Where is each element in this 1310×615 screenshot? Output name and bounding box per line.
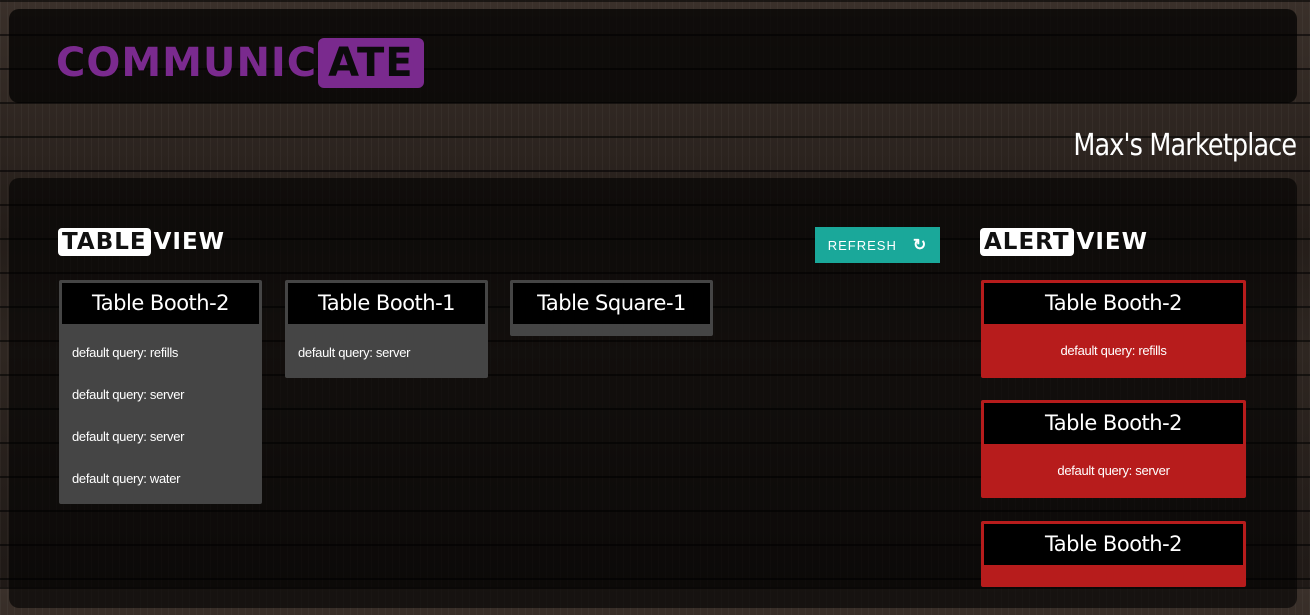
table-card-title: Table Square-1 xyxy=(513,283,710,324)
table-view-title-plain: VIEW xyxy=(153,229,226,255)
alert-card[interactable]: Table Booth-2 default query: refills xyxy=(981,280,1246,378)
alert-card[interactable]: Table Booth-2 default query: server xyxy=(981,400,1246,498)
alert-view-title: ALERT VIEW xyxy=(980,228,1148,256)
alert-query xyxy=(984,565,1243,615)
alert-view-title-plain: VIEW xyxy=(1076,229,1148,255)
table-view-title-boxed: TABLE xyxy=(58,228,151,256)
query-item: default query: refills xyxy=(72,345,179,360)
alert-card-title: Table Booth-2 xyxy=(984,403,1243,444)
refresh-icon: ↻ xyxy=(912,237,928,254)
alert-query: default query: refills xyxy=(1060,343,1167,358)
query-item: default query: server xyxy=(298,345,411,360)
table-card-booth-2[interactable]: Table Booth-2 default query: refills def… xyxy=(59,280,262,504)
alert-card-title: Table Booth-2 xyxy=(984,283,1243,324)
alert-card[interactable]: Table Booth-2 xyxy=(981,521,1246,587)
header-panel: COMMUNIC ATE xyxy=(9,9,1297,103)
query-item: default query: server xyxy=(72,387,185,402)
venue-name: Max's Marketplace xyxy=(1073,128,1297,163)
communicate-logo[interactable]: COMMUNIC ATE xyxy=(56,37,424,89)
refresh-button-label: REFRESH xyxy=(827,237,897,253)
refresh-button[interactable]: REFRESH ↻ xyxy=(815,227,940,263)
logo-text-part2: ATE xyxy=(318,38,424,88)
query-item: default query: water xyxy=(72,471,181,486)
logo-text-part1: COMMUNIC xyxy=(56,40,318,86)
alert-card-title: Table Booth-2 xyxy=(984,524,1243,565)
table-card-square-1[interactable]: Table Square-1 xyxy=(510,280,713,336)
table-card-title: Table Booth-1 xyxy=(288,283,485,324)
table-card-title: Table Booth-2 xyxy=(62,283,259,324)
table-card-booth-1[interactable]: Table Booth-1 default query: server xyxy=(285,280,488,378)
alert-query: default query: server xyxy=(1057,463,1170,478)
table-view-title: TABLE VIEW xyxy=(58,228,225,256)
query-item: default query: server xyxy=(72,429,185,444)
alert-view-title-boxed: ALERT xyxy=(980,228,1074,256)
